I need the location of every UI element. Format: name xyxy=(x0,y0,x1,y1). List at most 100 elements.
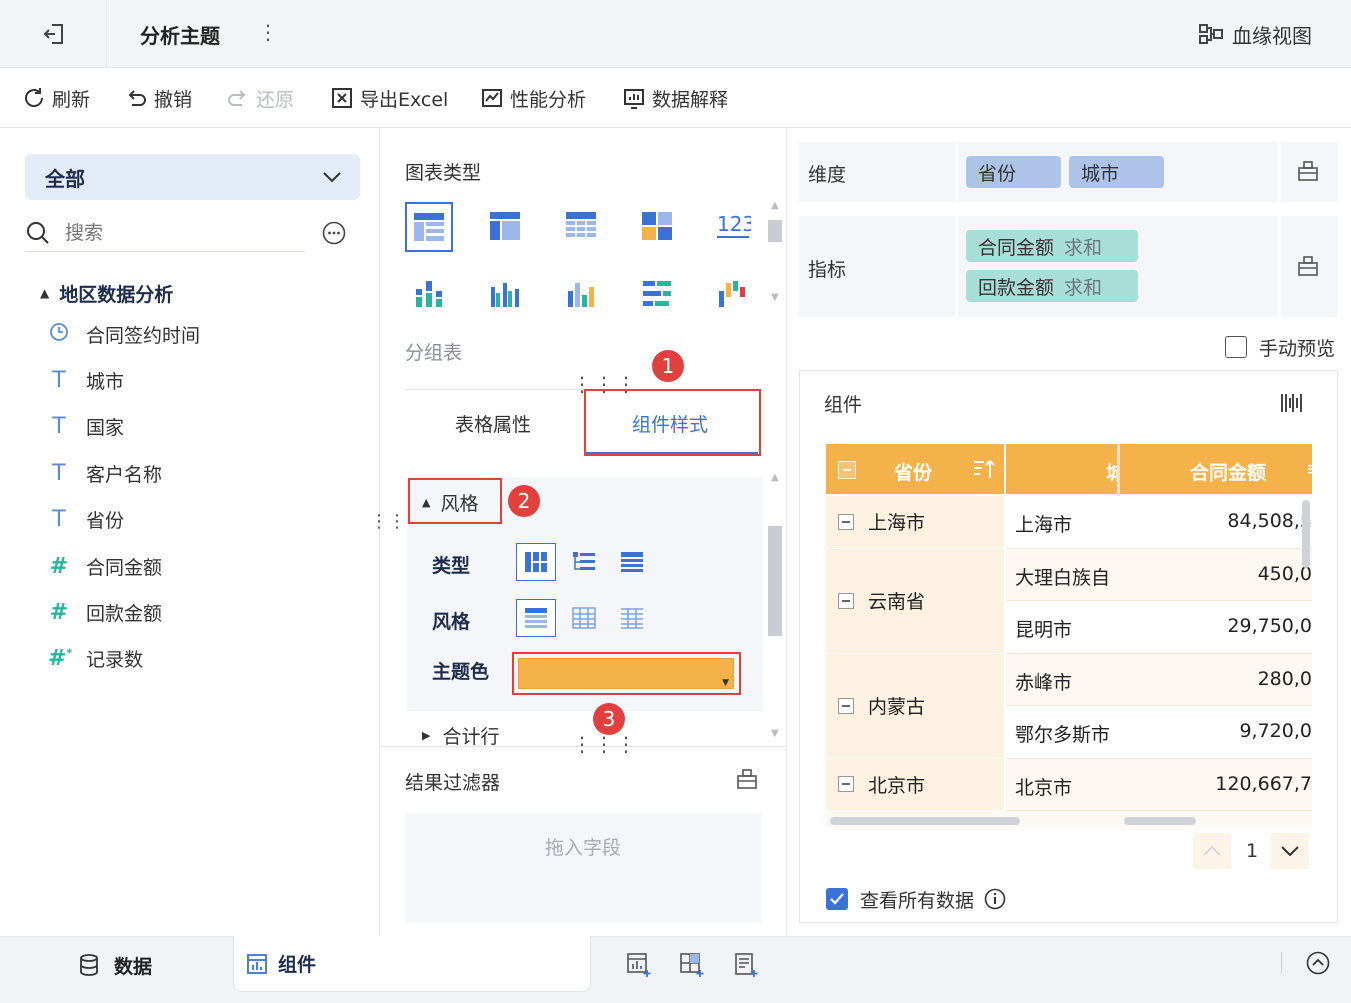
waterfall-chart-icon[interactable] xyxy=(713,274,753,314)
city-cell[interactable]: 鄂尔多斯市 xyxy=(1015,720,1115,747)
style-option-2[interactable] xyxy=(564,599,604,637)
measure-settings-icon[interactable] xyxy=(1297,255,1319,277)
table-horizontal-scrollbar-frozen[interactable] xyxy=(830,817,1020,825)
add-text-icon[interactable] xyxy=(733,952,759,978)
field-item[interactable]: 合同签约时间 xyxy=(48,319,200,349)
amount-cell[interactable]: 280,0 xyxy=(1130,668,1312,690)
city-cell[interactable]: 赤峰市 xyxy=(1015,668,1115,695)
header-contract-amount[interactable]: 合同金额 xyxy=(1190,458,1266,485)
amount-cell[interactable]: 29,750,0 xyxy=(1130,615,1312,637)
filter-settings-icon[interactable] xyxy=(736,768,758,790)
component-tab[interactable]: 组件 xyxy=(233,936,591,992)
province-cell[interactable]: 云南省 xyxy=(826,548,1004,654)
view-all-checkbox[interactable] xyxy=(826,888,848,910)
field-item[interactable]: T 国家 xyxy=(48,412,124,442)
view-all-data-toggle[interactable]: 查看所有数据 xyxy=(826,886,1006,912)
total-row-section[interactable]: ▶ 合计行 xyxy=(422,722,499,748)
manual-preview-checkbox[interactable] xyxy=(1225,336,1247,358)
city-cell[interactable]: 大理白族自 xyxy=(1015,563,1115,590)
header-province[interactable]: 省份 xyxy=(894,458,932,485)
amount-cell[interactable]: 84,508,5 xyxy=(1130,510,1312,532)
search-input[interactable] xyxy=(65,221,265,244)
type-option-1[interactable] xyxy=(516,543,556,581)
add-layout-icon[interactable] xyxy=(679,952,705,978)
measure-chip-payment-amount[interactable]: 回款金额 求和 xyxy=(966,270,1138,302)
amount-cell[interactable]: 9,720,0 xyxy=(1130,720,1312,742)
chart-type-scrollbar[interactable]: ▲ ▼ xyxy=(766,200,784,308)
add-chart-icon[interactable] xyxy=(626,952,652,978)
dimension-chip-city[interactable]: 城市 xyxy=(1069,156,1164,188)
filter-drop-zone[interactable]: 拖入字段 xyxy=(405,813,761,923)
section-drag-handle[interactable]: ⋮⋮⋮ xyxy=(572,732,638,756)
detail-table-icon[interactable] xyxy=(561,206,601,246)
dimension-chip-province[interactable]: 省份 xyxy=(966,156,1061,188)
city-cell[interactable]: 上海市 xyxy=(1015,510,1115,537)
style-option-1[interactable] xyxy=(516,599,556,637)
type-option-2[interactable] xyxy=(564,543,604,581)
province-cell[interactable]: 北京市 xyxy=(826,758,1004,811)
amount-cell[interactable]: 450,0 xyxy=(1130,563,1312,585)
tab-table-properties[interactable]: 表格属性 xyxy=(455,410,531,437)
stacked-column-icon[interactable] xyxy=(409,274,449,314)
category-dropdown-label: 全部 xyxy=(45,166,85,191)
collapse-all-icon[interactable] xyxy=(838,461,856,479)
data-tab[interactable]: 数据 xyxy=(78,951,152,979)
kpi-card-icon[interactable] xyxy=(637,206,677,246)
dimension-settings-icon[interactable] xyxy=(1297,160,1319,182)
database-icon xyxy=(80,954,98,976)
collapse-panel-icon[interactable] xyxy=(1306,951,1330,975)
field-search[interactable] xyxy=(25,214,305,252)
collapse-icon[interactable] xyxy=(838,592,854,609)
tree-layout-icon xyxy=(573,552,595,570)
bar-chart-icon[interactable] xyxy=(637,274,677,314)
data-explain-button[interactable]: 数据解释 xyxy=(622,84,728,112)
field-item[interactable]: # 回款金额 xyxy=(48,597,162,627)
next-page-button[interactable] xyxy=(1271,833,1309,869)
field-item[interactable]: T 省份 xyxy=(48,505,124,535)
style-option-3[interactable] xyxy=(612,599,652,637)
city-cell[interactable]: 昆明市 xyxy=(1015,615,1115,642)
annotation-box-2 xyxy=(408,478,502,524)
field-item[interactable]: T 客户名称 xyxy=(48,458,162,488)
number-icon: # xyxy=(49,553,69,579)
category-dropdown[interactable]: 全部 xyxy=(25,154,360,200)
field-item[interactable]: # 合同金额 xyxy=(48,551,162,581)
measure-chip-contract-amount[interactable]: 合同金额 求和 xyxy=(966,230,1138,262)
refresh-button[interactable]: 刷新 xyxy=(22,84,90,112)
exit-icon[interactable] xyxy=(40,20,68,48)
annotation-box-3 xyxy=(512,652,741,695)
caret-down-icon: ▲ xyxy=(40,286,50,300)
amount-cell[interactable]: 120,667,7 xyxy=(1130,773,1312,795)
grouped-column-icon[interactable] xyxy=(485,274,525,314)
more-icon[interactable]: ⋮ xyxy=(258,20,278,44)
table-horizontal-scrollbar[interactable] xyxy=(1124,817,1196,825)
style-scrollbar[interactable]: ▲ ▼ xyxy=(766,470,784,745)
export-excel-button[interactable]: 导出Excel xyxy=(330,84,448,112)
redo-button[interactable]: 还原 xyxy=(226,84,294,112)
number-card-icon[interactable]: 123 xyxy=(713,206,753,246)
table-vertical-scrollbar[interactable] xyxy=(1302,500,1310,568)
field-item[interactable]: #* 记录数 xyxy=(48,644,143,674)
collapse-icon[interactable] xyxy=(838,513,854,530)
pivot-table-icon[interactable] xyxy=(485,206,525,246)
column-chart-icon[interactable] xyxy=(561,274,601,314)
province-cell[interactable]: 内蒙古 xyxy=(826,653,1004,759)
performance-analysis-button[interactable]: 性能分析 xyxy=(480,84,586,112)
city-cell[interactable]: 北京市 xyxy=(1015,773,1115,800)
sort-icon[interactable] xyxy=(972,458,996,480)
grouped-table-icon[interactable] xyxy=(405,202,453,252)
barcode-icon[interactable] xyxy=(1280,392,1304,414)
undo-button[interactable]: 撤销 xyxy=(124,84,192,112)
collapse-icon[interactable] xyxy=(838,776,854,793)
field-group[interactable]: ▲ 地区数据分析 xyxy=(40,278,173,308)
field-item[interactable]: T 城市 xyxy=(48,365,124,395)
type-option-3[interactable] xyxy=(612,543,652,581)
prev-page-button[interactable] xyxy=(1193,833,1231,869)
collapse-icon[interactable] xyxy=(838,697,854,714)
info-icon xyxy=(984,888,1006,910)
lineage-view-button[interactable]: 血缘视图 xyxy=(1198,20,1312,48)
more-options-icon[interactable] xyxy=(322,221,346,245)
component-label: 组件 xyxy=(824,394,863,416)
province-cell[interactable]: 上海市 xyxy=(826,496,1004,549)
manual-preview-toggle[interactable]: 手动预览 xyxy=(1225,334,1335,360)
